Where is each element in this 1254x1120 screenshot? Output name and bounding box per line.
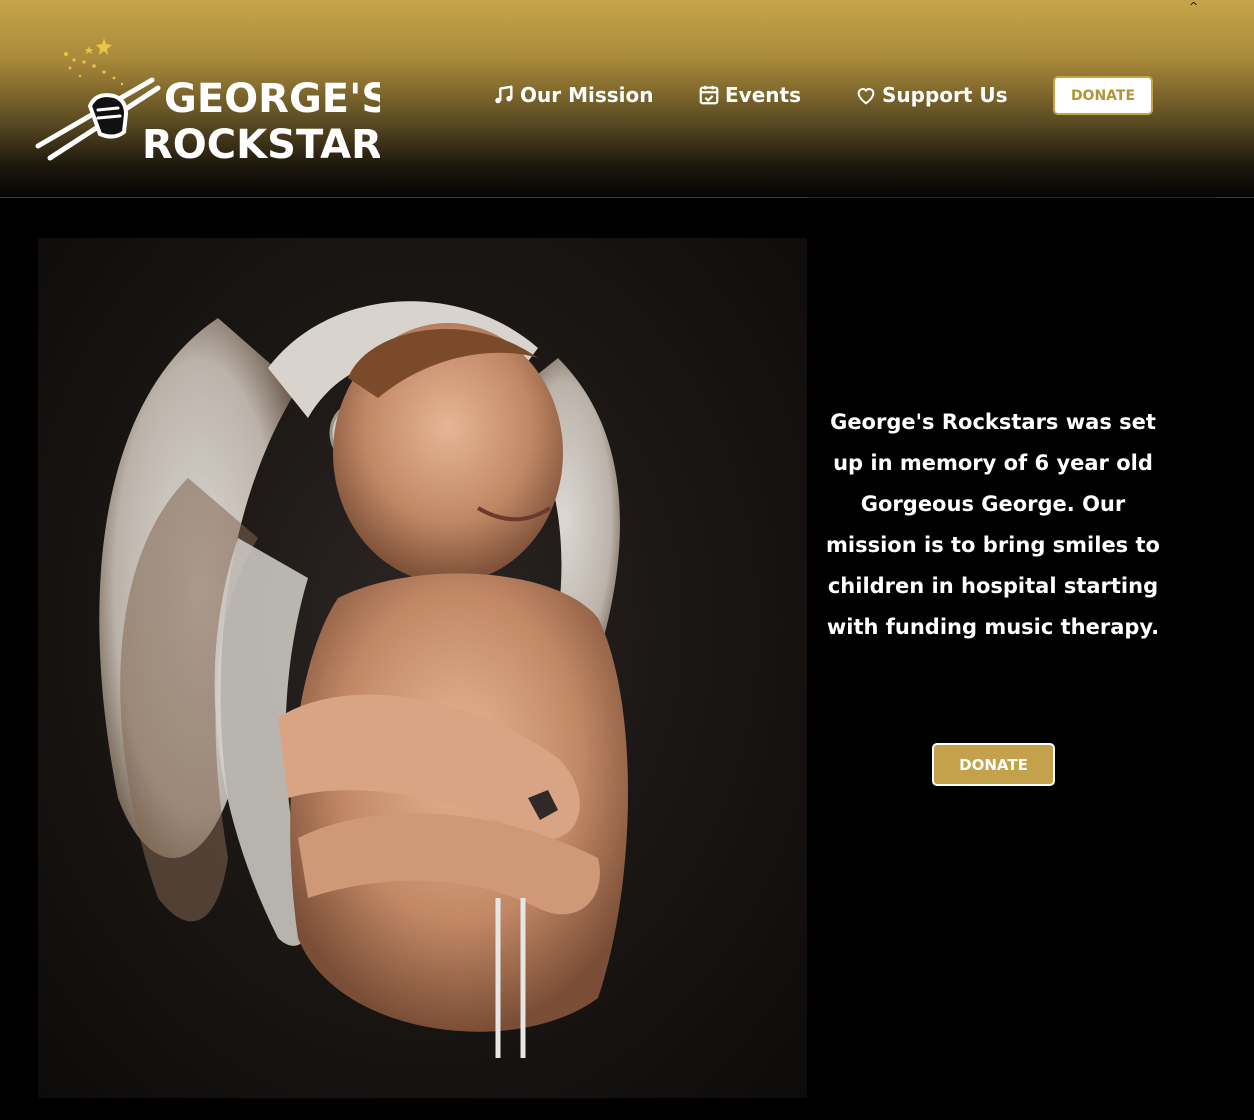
nav-support-us-label: Support Us bbox=[882, 83, 1008, 107]
music-note-icon bbox=[495, 85, 513, 104]
nav-our-mission-label: Our Mission bbox=[520, 83, 654, 107]
logo-graphic: GEORGE'S ROCKSTARS bbox=[35, 38, 411, 168]
hero-donate-button[interactable]: DONATE bbox=[932, 743, 1055, 786]
heart-icon bbox=[857, 88, 875, 105]
nav-events-label: Events bbox=[725, 83, 801, 107]
logo-text-line2: ROCKSTARS bbox=[142, 122, 380, 166]
nav-support-us[interactable]: Support Us bbox=[855, 83, 1008, 107]
hero-photo bbox=[38, 238, 807, 1098]
hero-photo-illustration bbox=[99, 301, 628, 1058]
logo-text-line1: GEORGE'S bbox=[164, 76, 380, 122]
header-donate-button[interactable]: DONATE bbox=[1053, 76, 1153, 115]
hand-drumsticks-icon bbox=[35, 77, 161, 161]
header-divider bbox=[807, 197, 1217, 198]
nav-our-mission[interactable]: Our Mission bbox=[493, 83, 653, 107]
mission-statement: George's Rockstars was set up in memory … bbox=[826, 410, 1160, 639]
sparkle-icon bbox=[64, 38, 124, 86]
calendar-check-icon bbox=[699, 85, 719, 105]
nav-events[interactable]: Events bbox=[698, 83, 801, 107]
site-logo[interactable]: GEORGE'S ROCKSTARS bbox=[34, 36, 411, 168]
scroll-top-caret[interactable]: ^ bbox=[1189, 0, 1198, 13]
site-header: ^ GEORGE'S ROCKSTAR Our Mission Events S… bbox=[0, 0, 1254, 198]
